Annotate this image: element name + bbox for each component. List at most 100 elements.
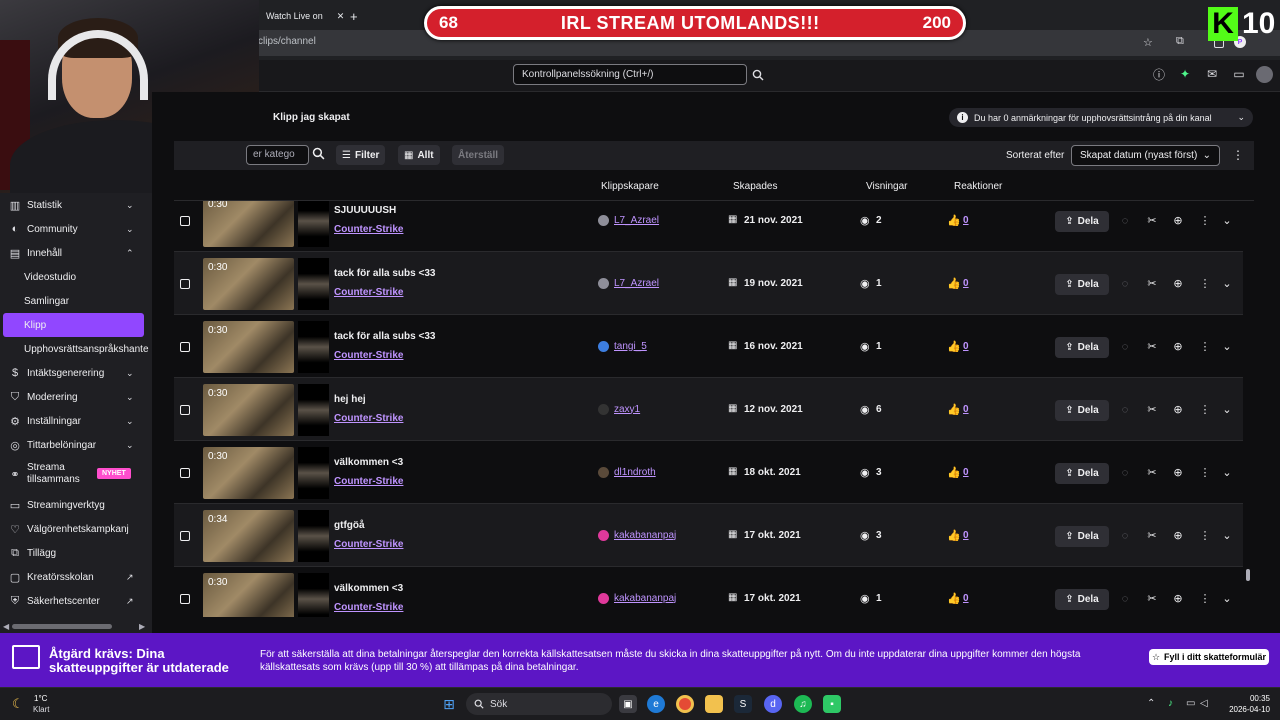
download-icon[interactable]: ⊕ [1171, 466, 1185, 480]
download-icon[interactable]: ⊕ [1171, 214, 1185, 228]
share-button[interactable]: ⇪ Dela [1055, 399, 1109, 421]
clip-game-link[interactable]: Counter-Strike [334, 476, 403, 487]
clip-reactions[interactable]: 0 [963, 341, 969, 352]
clip-reactions[interactable]: 0 [963, 215, 969, 226]
share-button[interactable]: ⇪ Dela [1055, 273, 1109, 295]
chevron-down-icon[interactable]: ⌄ [1220, 592, 1234, 606]
dashboard-search-input[interactable]: Kontrollpanelssökning (Ctrl+/) [513, 64, 747, 85]
sidebar-item-klipp[interactable]: Klipp [0, 313, 152, 337]
edge-icon[interactable]: e [647, 695, 665, 713]
windows-start-icon[interactable]: ⊞ [440, 695, 458, 713]
sidebar-item-intakter[interactable]: $ Intäktsgenerering ⌄ [0, 361, 152, 385]
loading-icon[interactable]: ◌ [1118, 592, 1132, 606]
creator-link[interactable]: kakabananpaj [614, 593, 676, 604]
clip-reactions[interactable]: 0 [963, 278, 969, 289]
table-row[interactable]: 0:30 välkommen <3 Counter-Strike dl1ndro… [174, 441, 1243, 504]
chevron-down-icon[interactable]: ⌄ [1220, 529, 1234, 543]
download-icon[interactable]: ⊕ [1171, 340, 1185, 354]
sidebar-item-community[interactable]: ◐ Community ⌄ [0, 217, 152, 241]
more-options-icon[interactable]: ⋮ [1198, 529, 1212, 543]
creator-link[interactable]: kakabananpaj [614, 530, 676, 541]
weather-status[interactable]: Klart [33, 705, 49, 714]
row-checkbox[interactable] [180, 341, 190, 352]
user-avatar[interactable] [1256, 66, 1273, 83]
loading-icon[interactable]: ◌ [1118, 529, 1132, 543]
search-icon[interactable] [312, 147, 325, 165]
sidebar-item-valgorenhet[interactable]: ♡ Välgörenhetskampkanj [0, 517, 152, 541]
download-icon[interactable]: ⊕ [1171, 529, 1185, 543]
loading-icon[interactable]: ◌ [1118, 214, 1132, 228]
clip-game-link[interactable]: Counter-Strike [334, 287, 403, 298]
chevron-down-icon[interactable]: ⌄ [1220, 340, 1234, 354]
category-search-input[interactable]: er katego [246, 145, 309, 165]
sidebar-item-sakerhetscenter[interactable]: ⛨ Säkerhetscenter ↗ [0, 589, 152, 613]
row-checkbox[interactable] [180, 530, 190, 541]
sidebar-scrollbar[interactable] [12, 624, 112, 629]
new-tab-button[interactable]: + [342, 4, 366, 28]
filter-button[interactable]: ☰ Filter [336, 145, 386, 165]
creator-link[interactable]: L7_Azrael [614, 215, 659, 226]
file-explorer-icon[interactable] [705, 695, 723, 713]
column-created[interactable]: Skapades [733, 181, 777, 192]
sparkle-icon[interactable]: ✦ [1177, 66, 1193, 82]
table-row[interactable]: 0:30 välkommen <3 Counter-Strike kakaban… [174, 567, 1243, 617]
more-options-icon[interactable]: ⋮ [1198, 214, 1212, 228]
row-checkbox[interactable] [180, 278, 190, 289]
clip-reactions[interactable]: 0 [963, 404, 969, 415]
row-checkbox[interactable] [180, 215, 190, 226]
sidebar-item-statistik[interactable]: ▥ Statistik ⌄ [0, 193, 152, 217]
extensions-icon[interactable]: ⧉ [1176, 35, 1184, 48]
weather-temperature[interactable]: 1°C [34, 694, 47, 703]
loading-icon[interactable]: ◌ [1118, 340, 1132, 354]
reset-button[interactable]: Återställ [452, 145, 505, 165]
share-button[interactable]: ⇪ Dela [1055, 210, 1109, 232]
scroll-right-icon[interactable]: ▶ [139, 622, 145, 631]
scissors-icon[interactable]: ✂ [1145, 340, 1159, 354]
clip-game-link[interactable]: Counter-Strike [334, 602, 403, 613]
row-checkbox[interactable] [180, 404, 190, 415]
download-icon[interactable]: ⊕ [1171, 592, 1185, 606]
sidebar-item-installningar[interactable]: ⚙ Inställningar ⌄ [0, 409, 152, 433]
clip-thumbnail-vertical[interactable] [298, 446, 329, 499]
url-text[interactable]: clips/channel [258, 36, 316, 47]
clip-thumbnail-vertical[interactable] [298, 201, 329, 247]
clock-time[interactable]: 00:35 [1222, 694, 1270, 703]
scissors-icon[interactable]: ✂ [1145, 403, 1159, 417]
clip-game-link[interactable]: Counter-Strike [334, 224, 403, 235]
search-button[interactable] [748, 64, 768, 85]
steam-icon[interactable]: S [734, 695, 752, 713]
more-options-icon[interactable]: ⋮ [1198, 466, 1212, 480]
sidebar-item-moderering[interactable]: ⛉ Moderering ⌄ [0, 385, 152, 409]
row-checkbox[interactable] [180, 467, 190, 478]
share-button[interactable]: ⇪ Dela [1055, 336, 1109, 358]
taskbar-search[interactable]: Sök [466, 693, 612, 715]
chevron-down-icon[interactable]: ⌄ [1220, 277, 1234, 291]
column-reactions[interactable]: Reaktioner [954, 181, 1002, 192]
table-row[interactable]: 0:34 gtfgöå Counter-Strike kakabananpaj … [174, 504, 1243, 567]
more-options-icon[interactable]: ⋮ [1198, 340, 1212, 354]
creator-link[interactable]: L7_Azrael [614, 278, 659, 289]
sidebar-item-videostudio[interactable]: Videostudio [0, 265, 152, 289]
clip-thumbnail-vertical[interactable] [298, 257, 329, 310]
creator-link[interactable]: zaxy1 [614, 404, 640, 415]
table-scrollbar[interactable] [1244, 201, 1252, 617]
volume-icon[interactable]: ◁ [1200, 698, 1208, 709]
scissors-icon[interactable]: ✂ [1145, 592, 1159, 606]
chat-icon[interactable]: ▭ [1231, 66, 1247, 82]
sidebar-item-copyright[interactable]: Upphovsrättsanspråkshante [0, 337, 152, 361]
share-button[interactable]: ⇪ Dela [1055, 588, 1109, 610]
mail-icon[interactable]: ✉ [1204, 66, 1220, 82]
clip-reactions[interactable]: 0 [963, 530, 969, 541]
loading-icon[interactable]: ◌ [1118, 403, 1132, 417]
more-options-icon[interactable]: ⋮ [1198, 592, 1212, 606]
loading-icon[interactable]: ◌ [1118, 277, 1132, 291]
table-row[interactable]: 0:30 tack för alla subs <33 Counter-Stri… [174, 315, 1243, 378]
help-icon[interactable]: ⓘ [1151, 66, 1167, 82]
moon-icon[interactable]: ☾ [12, 696, 24, 712]
sidebar-item-innehall[interactable]: ▤ Innehåll ⌃ [0, 241, 152, 265]
network-icon[interactable]: ▭ [1186, 698, 1195, 709]
sidebar-item-kreatorsskolan[interactable]: ▢ Kreatörsskolan ↗ [0, 565, 152, 589]
clip-thumbnail-vertical[interactable] [298, 383, 329, 436]
creator-link[interactable]: dl1ndroth [614, 467, 656, 478]
sidebar-item-samlingar[interactable]: Samlingar [0, 289, 152, 313]
